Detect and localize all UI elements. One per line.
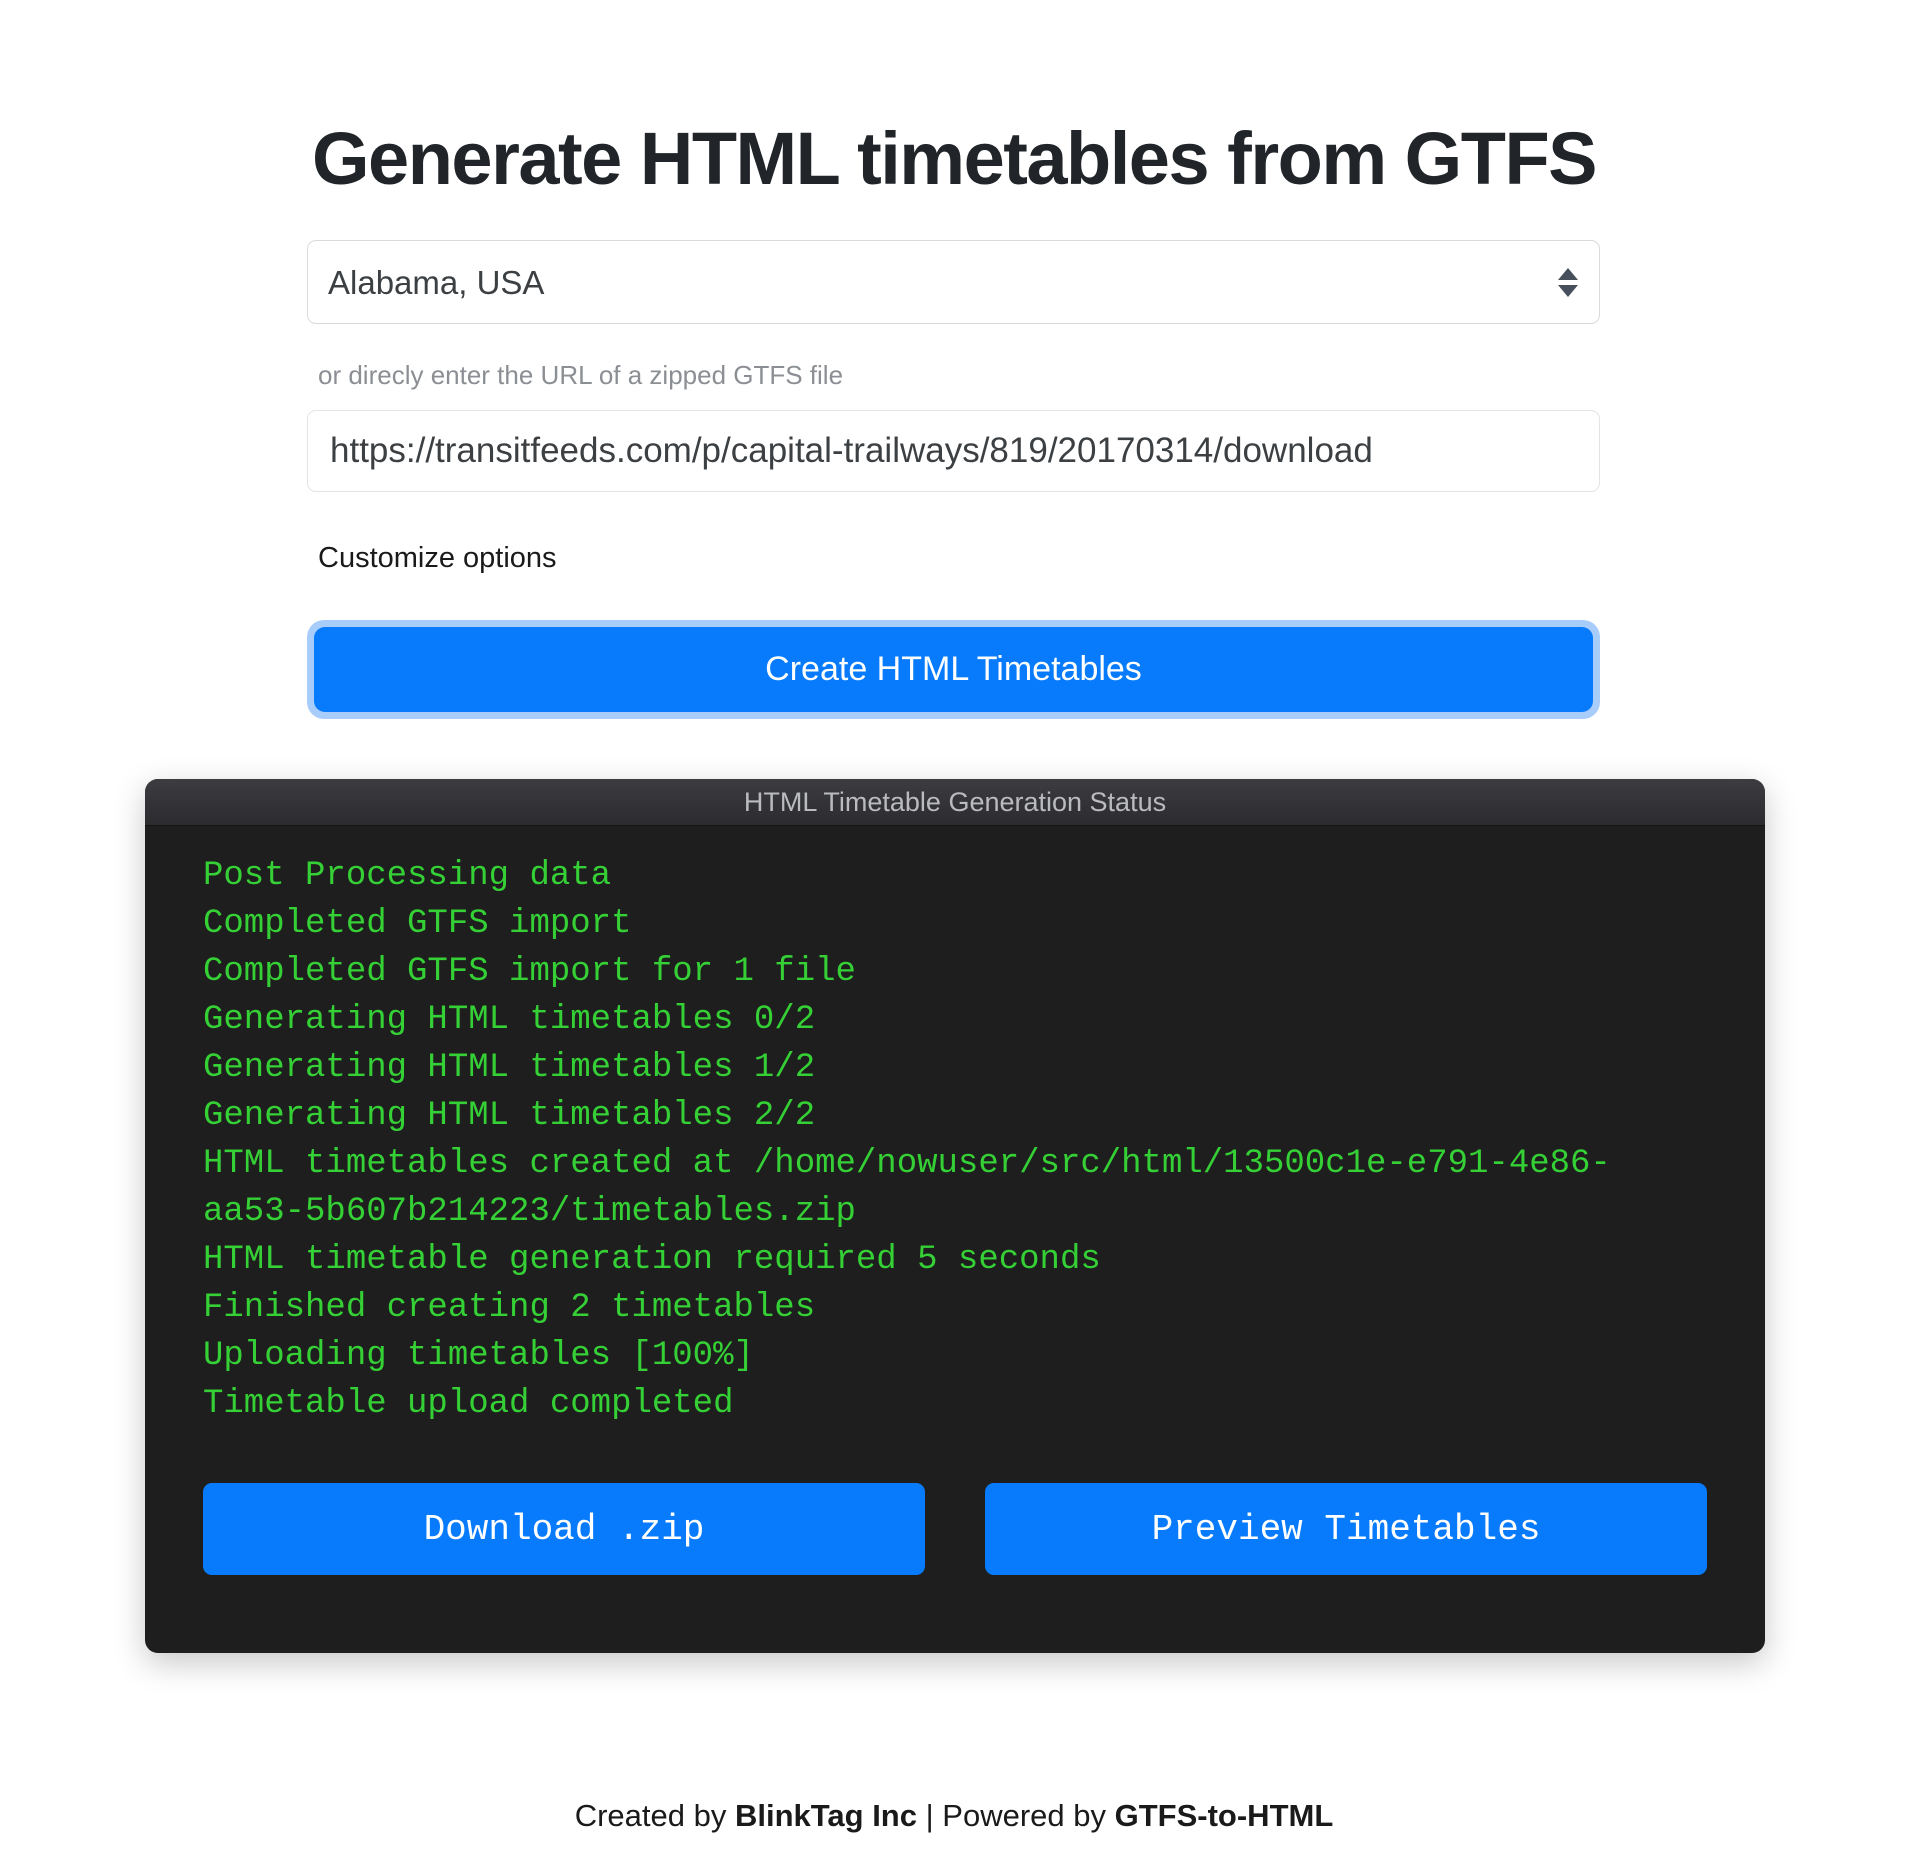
create-button-focus-ring: Create HTML Timetables <box>307 619 1600 719</box>
terminal-log-line: Generating HTML timetables 2/2 <box>203 1097 816 1135</box>
generator-form: Alabama, USA or direcly enter the URL of… <box>307 240 1600 719</box>
terminal-log: Post Processing data Completed GTFS impor… <box>145 826 1765 1428</box>
page-title: Generate HTML timetables from GTFS <box>312 117 1598 200</box>
terminal-log-line: HTML timetable generation required 5 sec… <box>203 1241 1101 1279</box>
url-input-label: or direcly enter the URL of a zipped GTF… <box>318 360 844 390</box>
footer-created-by-text: Created by <box>574 1798 735 1833</box>
footer-powered-by-text: Powered by <box>942 1798 1115 1833</box>
preview-timetables-button[interactable]: Preview Timetables <box>985 1483 1707 1575</box>
create-html-timetables-button[interactable]: Create HTML Timetables <box>314 626 1593 712</box>
status-terminal: HTML Timetable Generation Status Post Pr… <box>145 779 1765 1653</box>
feed-select-wrapper[interactable]: Alabama, USA <box>307 240 1600 324</box>
terminal-log-line: Uploading timetables [100%] <box>203 1337 754 1375</box>
footer-separator: | <box>917 1798 943 1833</box>
terminal-log-line: Completed GTFS import for 1 file <box>203 953 856 991</box>
gtfs-to-html-link[interactable]: GTFS-to-HTML <box>1115 1798 1334 1833</box>
footer: Created by BlinkTag Inc | Powered by GTF… <box>0 1798 1908 1834</box>
terminal-log-line: Post Processing data <box>203 857 612 895</box>
feed-select[interactable]: Alabama, USA <box>307 240 1600 324</box>
terminal-log-line: Generating HTML timetables 1/2 <box>203 1049 816 1087</box>
customize-options-label[interactable]: Customize options <box>307 542 1600 575</box>
terminal-log-line: Completed GTFS import <box>203 905 632 943</box>
download-zip-button[interactable]: Download .zip <box>203 1483 925 1575</box>
terminal-titlebar: HTML Timetable Generation Status <box>145 779 1765 826</box>
gtfs-url-input[interactable] <box>307 409 1600 492</box>
terminal-actions: Download .zip Preview Timetables <box>145 1428 1765 1653</box>
terminal-log-line: HTML timetables created at /home/nowuser… <box>203 1145 1611 1231</box>
blinktag-link[interactable]: BlinkTag Inc <box>735 1798 917 1833</box>
terminal-log-line: Timetable upload completed <box>203 1385 734 1423</box>
app-page: Generate HTML timetables from GTFS Alaba… <box>0 0 1908 1866</box>
terminal-log-line: Generating HTML timetables 0/2 <box>203 1001 816 1039</box>
terminal-title: HTML Timetable Generation Status <box>743 786 1167 817</box>
terminal-log-line: Finished creating 2 timetables <box>203 1289 816 1327</box>
